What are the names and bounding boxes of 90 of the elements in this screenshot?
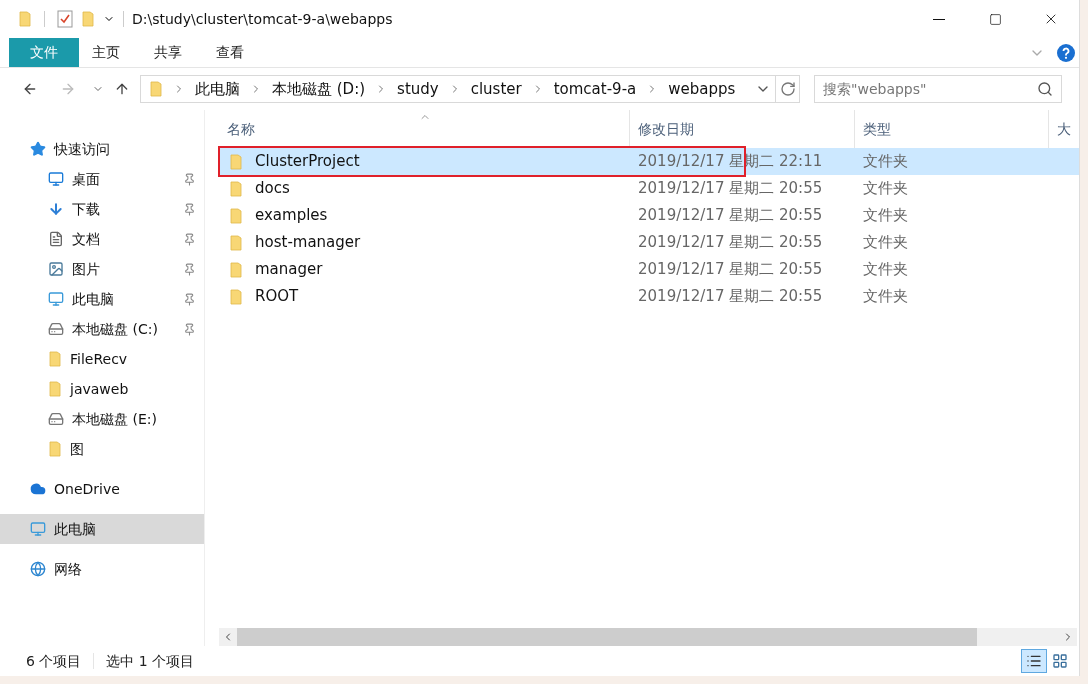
breadcrumb-item[interactable]: tomcat-9-a [553, 77, 637, 101]
folder-icon [229, 180, 243, 197]
back-icon[interactable] [22, 81, 38, 97]
folder-icon [229, 288, 243, 305]
sidebar-item[interactable]: 本地磁盘 (C:) [0, 314, 204, 344]
properties-icon[interactable] [57, 10, 73, 28]
sidebar-item[interactable]: 此电脑 [0, 514, 204, 544]
type-cell-text: 文件夹 [862, 259, 908, 281]
folder-icon [229, 153, 243, 170]
type-cell-text: 文件夹 [862, 151, 908, 173]
folder-icon [229, 261, 243, 278]
pin-icon[interactable] [183, 262, 196, 276]
sidebar-item[interactable]: OneDrive [0, 474, 204, 504]
document-icon [48, 231, 64, 247]
date-cell-text: 2019/12/17 星期二 20:55 [637, 286, 824, 308]
image-icon [48, 261, 64, 277]
pin-icon[interactable] [183, 172, 196, 186]
breadcrumb-item[interactable]: 本地磁盘 (D:) [272, 77, 366, 101]
file-row[interactable]: manager 2019/12/17 星期二 20:55 文件夹 [219, 256, 1079, 283]
star-icon [30, 141, 46, 157]
search-field[interactable]: 搜索"webapps" [814, 75, 1062, 103]
maximize-icon [988, 12, 1002, 26]
date-cell-text: 2019/12/17 星期二 20:55 [637, 205, 824, 227]
type-cell-text: 文件夹 [862, 232, 908, 254]
sidebar-item[interactable]: 桌面 [0, 164, 204, 194]
breadcrumb-item[interactable]: 此电脑 [195, 77, 240, 101]
cloud-icon [30, 481, 46, 497]
folder-icon [229, 234, 243, 251]
file-name: docs [255, 178, 290, 200]
file-row[interactable]: docs 2019/12/17 星期二 20:55 文件夹 [219, 175, 1079, 202]
file-name: host-manager [255, 232, 361, 254]
drive-icon [48, 411, 64, 427]
forward-icon[interactable] [60, 81, 76, 97]
pin-icon[interactable] [183, 232, 196, 246]
pin-icon[interactable] [183, 292, 196, 306]
date-cell-text: 2019/12/17 星期二 20:55 [637, 232, 824, 254]
folder-icon [149, 81, 163, 97]
date-cell-text: 2019/12/17 星期二 20:55 [637, 259, 824, 281]
sidebar-item[interactable]: 本地磁盘 (E:) [0, 404, 204, 434]
breadcrumb-item[interactable]: study [397, 77, 439, 101]
file-name: ClusterProject [255, 151, 360, 173]
grid-icon [1052, 653, 1068, 669]
sidebar-item[interactable]: 网络 [0, 554, 204, 584]
details-icon [1026, 653, 1042, 669]
window-title: D:\study\cluster\tomcat-9-a\webapps [132, 9, 394, 29]
pin-icon[interactable] [183, 202, 196, 216]
search-placeholder: 搜索"webapps" [823, 79, 928, 99]
folder-icon [48, 381, 62, 397]
address-bar[interactable]: 此电脑 本地磁盘 (D:) study cluster tomcat-9-a webapps [140, 75, 800, 103]
minimize-icon [933, 18, 945, 20]
computer-icon [30, 521, 46, 537]
folder-icon [18, 11, 32, 27]
pin-icon[interactable] [183, 322, 196, 336]
new-folder-icon [81, 11, 95, 27]
file-name: examples [255, 205, 328, 227]
sidebar-item[interactable]: 文档 [0, 224, 204, 254]
type-cell-text: 文件夹 [862, 286, 908, 308]
folder-icon [48, 441, 62, 457]
sidebar-item[interactable]: 图 [0, 434, 204, 464]
sidebar-item[interactable]: 此电脑 [0, 284, 204, 314]
network-icon [30, 561, 46, 577]
folder-icon [48, 351, 62, 367]
sidebar-item[interactable]: 快速访问 [0, 134, 204, 164]
search-icon[interactable] [1037, 81, 1053, 97]
breadcrumb-item[interactable]: webapps [668, 77, 736, 101]
horizontal-scrollbar[interactable] [219, 628, 1077, 646]
file-row[interactable]: host-manager 2019/12/17 星期二 20:55 文件夹 [219, 229, 1079, 256]
file-row[interactable]: ROOT 2019/12/17 星期二 20:55 文件夹 [219, 283, 1079, 310]
drive-icon [48, 321, 64, 337]
sidebar-item[interactable]: javaweb [0, 374, 204, 404]
breadcrumb-item[interactable]: cluster [470, 77, 522, 101]
up-icon[interactable] [114, 81, 130, 97]
sidebar-item[interactable]: 图片 [0, 254, 204, 284]
file-name: ROOT [255, 286, 299, 308]
file-row[interactable]: examples 2019/12/17 星期二 20:55 文件夹 [219, 202, 1079, 229]
item-count: 6 个项目 [26, 651, 82, 671]
type-cell-text: 文件夹 [862, 205, 908, 227]
date-cell-text: 2019/12/17 星期二 20:55 [637, 178, 824, 200]
refresh-icon [779, 81, 796, 97]
details-view-button[interactable] [1021, 649, 1047, 673]
selection-count: 选中 1 个项目 [106, 651, 195, 671]
file-name: manager [255, 259, 323, 281]
column-header[interactable]: 大 [1049, 110, 1079, 148]
computer-icon [48, 291, 64, 307]
sidebar-item[interactable]: 下载 [0, 194, 204, 224]
monitor-icon [48, 171, 64, 187]
sidebar-item[interactable]: FileRecv [0, 344, 204, 374]
folder-icon [229, 207, 243, 224]
type-cell-text: 文件夹 [862, 178, 908, 200]
help-icon[interactable] [1057, 43, 1075, 62]
